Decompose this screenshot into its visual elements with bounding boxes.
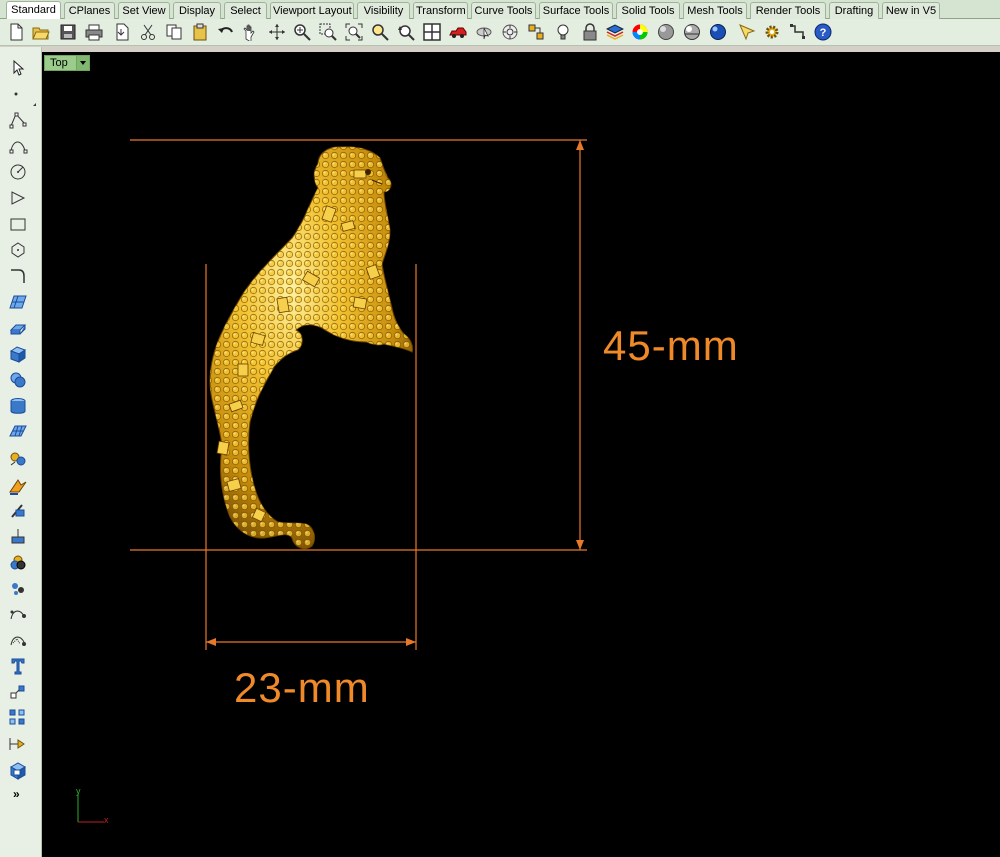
- tab-mesh-tools[interactable]: Mesh Tools: [683, 2, 747, 19]
- light-icon[interactable]: [553, 22, 573, 42]
- y-axis-label: y: [76, 786, 81, 796]
- polygon-icon[interactable]: [7, 239, 29, 261]
- block-icon[interactable]: [7, 681, 29, 703]
- array-icon[interactable]: [7, 707, 29, 729]
- tab-viewport-layout[interactable]: Viewport Layout: [270, 2, 354, 19]
- dimension-icon[interactable]: [7, 733, 29, 755]
- select-arrow-icon[interactable]: [7, 57, 29, 79]
- group-icon[interactable]: [7, 577, 29, 599]
- help-icon[interactable]: ?: [813, 22, 833, 42]
- tab-curve-tools[interactable]: Curve Tools: [471, 2, 536, 19]
- tab-new-in-v5[interactable]: New in V5: [882, 2, 940, 19]
- car-icon[interactable]: [448, 22, 468, 42]
- snap-icon[interactable]: [500, 22, 520, 42]
- properties-icon[interactable]: [526, 22, 546, 42]
- shaded-icon[interactable]: [656, 22, 676, 42]
- rotate-view-icon[interactable]: [267, 22, 287, 42]
- cut-icon[interactable]: [138, 22, 158, 42]
- boolean-icon[interactable]: [7, 369, 29, 391]
- curve-edit-icon[interactable]: [7, 629, 29, 651]
- arc-icon[interactable]: [7, 187, 29, 209]
- tab-set-view[interactable]: Set View: [118, 2, 170, 19]
- options-icon[interactable]: [762, 22, 782, 42]
- svg-text:?: ?: [820, 27, 827, 39]
- paste-icon[interactable]: [190, 22, 210, 42]
- tab-display[interactable]: Display: [173, 2, 221, 19]
- explode-icon[interactable]: [7, 475, 29, 497]
- mesh-icon[interactable]: [7, 421, 29, 443]
- zoom-window-icon[interactable]: [318, 22, 338, 42]
- lock-icon[interactable]: [580, 22, 600, 42]
- rendered-icon[interactable]: [682, 22, 702, 42]
- render-box-icon[interactable]: [7, 759, 29, 781]
- dimension-arrowheads: [206, 140, 584, 646]
- point-edit-icon[interactable]: [7, 603, 29, 625]
- tab-render-tools[interactable]: Render Tools: [750, 2, 826, 19]
- tab-select[interactable]: Select: [224, 2, 267, 19]
- curve-icon[interactable]: [7, 135, 29, 157]
- open-icon[interactable]: [31, 22, 51, 42]
- x-axis-label: x: [104, 815, 109, 825]
- point-icon[interactable]: [7, 83, 29, 105]
- new-icon[interactable]: [6, 22, 26, 42]
- world-axes-indicator: [77, 794, 104, 823]
- layer-icon[interactable]: [605, 22, 625, 42]
- extrude-icon[interactable]: [7, 317, 29, 339]
- box-icon[interactable]: [7, 343, 29, 365]
- four-viewports-icon[interactable]: [422, 22, 442, 42]
- render-sphere-icon[interactable]: [708, 22, 728, 42]
- more-tools-chevron[interactable]: »: [13, 787, 20, 801]
- text-icon[interactable]: [7, 655, 29, 677]
- color-icon[interactable]: [630, 22, 650, 42]
- height-dimension-label: 45-mm: [603, 322, 739, 369]
- viewport-canvas: [77, 139, 587, 823]
- toolbar-tab-strip: Standard CPlanes Set View Display Select…: [0, 0, 1000, 19]
- zoom-dynamic-icon[interactable]: [292, 22, 312, 42]
- fillet-curve-icon[interactable]: [7, 265, 29, 287]
- undo-view-icon[interactable]: [396, 22, 416, 42]
- tab-solid-tools[interactable]: Solid Tools: [616, 2, 680, 19]
- tab-surface-tools[interactable]: Surface Tools: [539, 2, 613, 19]
- tab-standard[interactable]: Standard: [6, 1, 61, 19]
- undo-icon[interactable]: [216, 22, 236, 42]
- main-left-toolbar: »: [0, 47, 42, 857]
- flyout-indicator: [33, 103, 36, 106]
- tab-visibility[interactable]: Visibility: [357, 2, 410, 19]
- width-dimension-label: 23-mm: [234, 664, 370, 711]
- zoom-selected-icon[interactable]: [370, 22, 390, 42]
- gold-cat-model: [209, 146, 413, 550]
- tab-drafting[interactable]: Drafting: [829, 2, 879, 19]
- top-viewport[interactable]: Top 45-mm 23-mm y x: [42, 52, 1000, 857]
- zoom-extents-icon[interactable]: [344, 22, 364, 42]
- circle-icon[interactable]: [7, 161, 29, 183]
- split-icon[interactable]: [7, 499, 29, 521]
- select-icon[interactable]: [474, 22, 494, 42]
- trim-icon[interactable]: [7, 525, 29, 547]
- rectangle-icon[interactable]: [7, 213, 29, 235]
- transform-icon[interactable]: [7, 447, 29, 469]
- save-icon[interactable]: [58, 22, 78, 42]
- polyline-icon[interactable]: [7, 109, 29, 131]
- pointer-icon[interactable]: [737, 22, 757, 42]
- cylinder-icon[interactable]: [7, 395, 29, 417]
- standard-toolbar: ?: [0, 19, 1000, 46]
- surface-icon[interactable]: [7, 291, 29, 313]
- grid-snap-icon[interactable]: [788, 22, 808, 42]
- pan-icon[interactable]: [240, 22, 260, 42]
- copy-icon[interactable]: [164, 22, 184, 42]
- solid-tools-icon[interactable]: [7, 551, 29, 573]
- tab-transform[interactable]: Transform: [413, 2, 468, 19]
- tab-cplanes[interactable]: CPlanes: [64, 2, 115, 19]
- import-icon[interactable]: [112, 22, 132, 42]
- print-icon[interactable]: [84, 22, 104, 42]
